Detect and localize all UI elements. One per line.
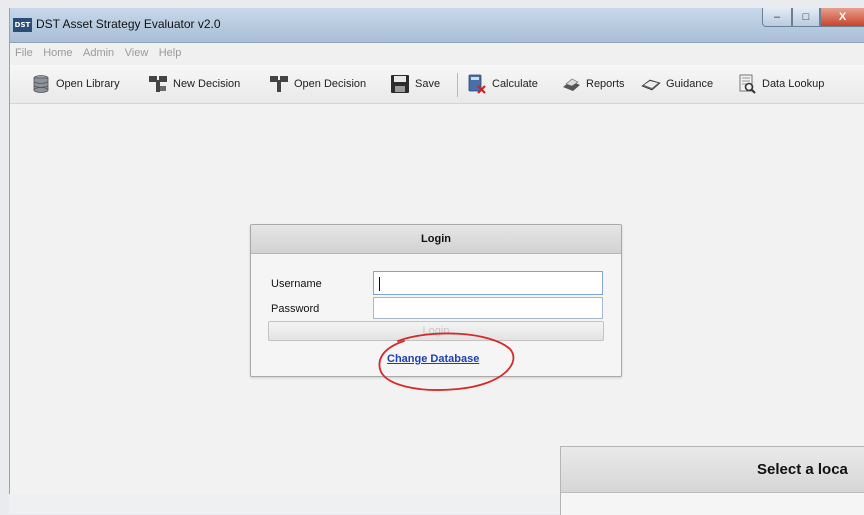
username-label: Username	[271, 278, 322, 290]
floppy-disk-icon	[390, 74, 410, 94]
login-title: Login	[251, 225, 621, 254]
password-field[interactable]	[373, 297, 603, 319]
select-location-header: Select a loca	[561, 447, 864, 493]
data-lookup-button[interactable]: Data Lookup	[737, 71, 824, 97]
minimize-button[interactable]: –	[762, 8, 792, 27]
menu-view[interactable]: View	[125, 43, 149, 63]
toolbar-separator	[457, 73, 458, 97]
calculator-icon	[467, 74, 487, 94]
username-field[interactable]	[373, 271, 603, 295]
open-library-label: Open Library	[56, 78, 120, 90]
window-title: DST Asset Strategy Evaluator v2.0	[36, 17, 221, 31]
menu-bar: File Home Admin View Help	[10, 43, 864, 65]
magnifier-document-icon	[737, 74, 757, 94]
new-decision-button[interactable]: New Decision	[148, 71, 240, 97]
decision-tree-icon	[148, 74, 168, 94]
change-database-link[interactable]: Change Database	[387, 353, 479, 365]
close-button[interactable]: X	[820, 8, 864, 27]
select-location-title: Select a loca	[757, 461, 848, 478]
data-lookup-label: Data Lookup	[762, 78, 825, 90]
database-icon	[31, 74, 51, 94]
new-decision-label: New Decision	[173, 78, 241, 90]
save-label: Save	[415, 78, 441, 90]
guidance-label: Guidance	[666, 78, 714, 90]
printer-icon	[561, 74, 581, 94]
menu-home[interactable]: Home	[43, 43, 72, 63]
menu-admin[interactable]: Admin	[83, 43, 114, 63]
save-button[interactable]: Save	[390, 71, 440, 97]
login-button[interactable]: Login	[268, 321, 604, 341]
password-label: Password	[271, 303, 320, 315]
select-location-panel: Select a loca	[560, 446, 864, 515]
reports-button[interactable]: Reports	[561, 71, 625, 97]
maximize-button[interactable]: □	[792, 8, 820, 27]
app-logo: DST	[13, 18, 32, 32]
status-area	[9, 494, 560, 514]
open-library-button[interactable]: Open Library	[31, 71, 120, 97]
calculate-label: Calculate	[492, 78, 538, 90]
login-panel: Login Username Password Login Change Dat…	[250, 224, 622, 377]
title-bar[interactable]: DST DST Asset Strategy Evaluator v2.0 – …	[10, 8, 864, 43]
menu-help[interactable]: Help	[159, 43, 182, 63]
menu-file[interactable]: File	[15, 43, 33, 63]
decision-tree-icon	[269, 74, 289, 94]
open-decision-button[interactable]: Open Decision	[269, 71, 366, 97]
toolbar: Open Library New Decision Open Decision …	[10, 65, 864, 104]
calculate-button[interactable]: Calculate	[467, 71, 538, 97]
open-decision-label: Open Decision	[294, 78, 367, 90]
reports-label: Reports	[586, 78, 625, 90]
text-caret	[379, 277, 380, 291]
guidance-button[interactable]: Guidance	[641, 71, 713, 97]
book-icon	[641, 74, 661, 94]
